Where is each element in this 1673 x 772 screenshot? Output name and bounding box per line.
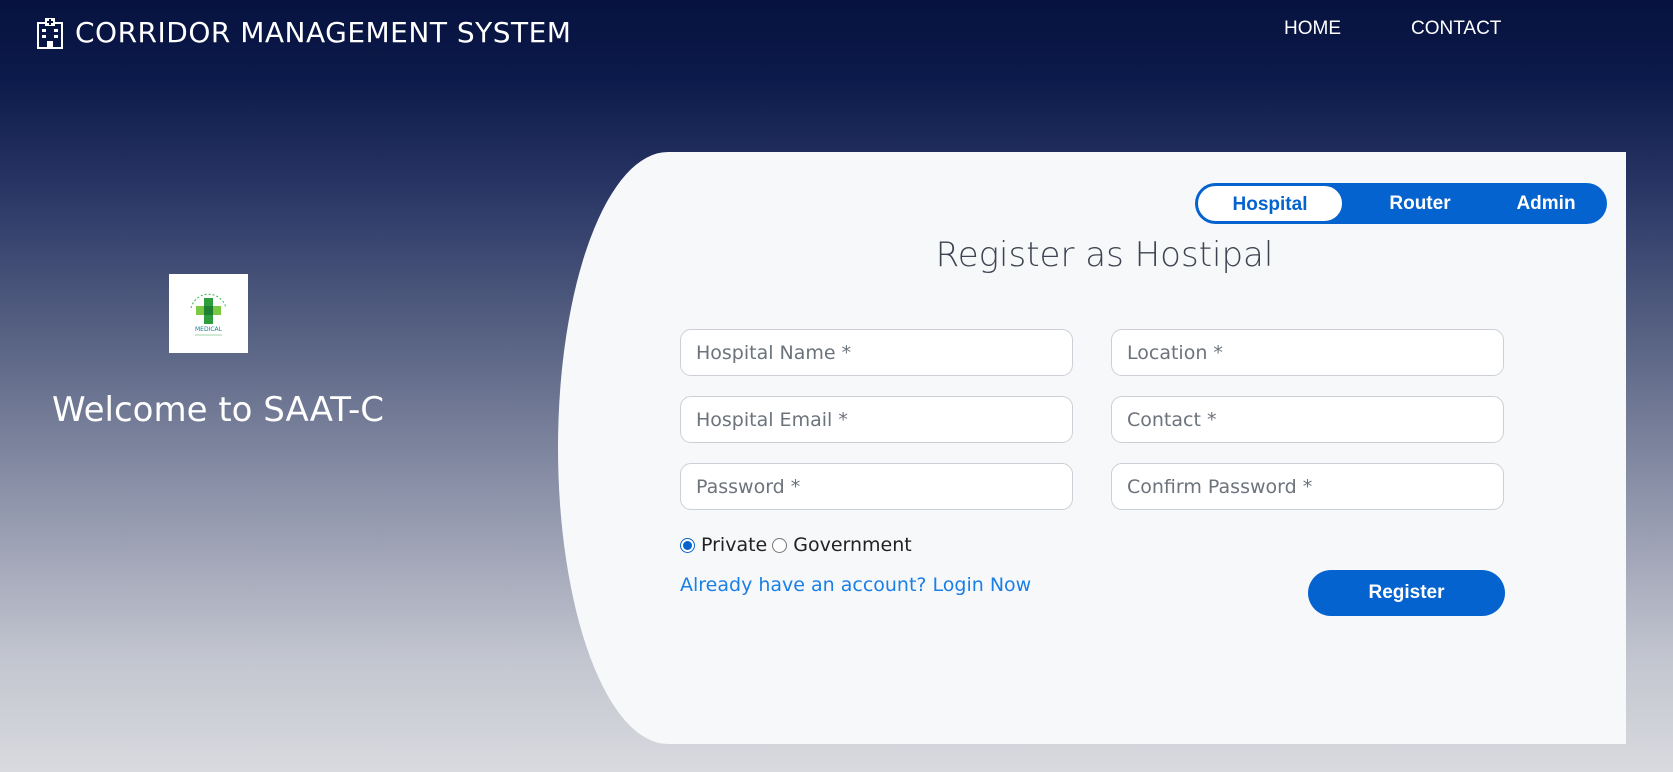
top-navbar: CORRIDOR MANAGEMENT SYSTEM HOME CONTACT [0,0,1673,70]
confirm-password-field[interactable] [1111,463,1504,510]
hospital-email-field[interactable] [680,396,1073,443]
password-field[interactable] [680,463,1073,510]
main-nav: HOME CONTACT [1284,18,1501,40]
register-card: Hospital Router Admin Register as Hostip… [558,152,1626,744]
login-link[interactable]: Already have an account? Login Now [680,574,1031,596]
welcome-heading: Welcome to SAAT-C [52,390,384,430]
private-radio-label[interactable]: Private [701,534,767,556]
form-title: Register as Hostipal [935,235,1274,275]
hospital-icon [37,17,63,49]
contact-field[interactable] [1111,396,1504,443]
register-button[interactable]: Register [1308,570,1505,616]
government-radio[interactable] [772,537,788,553]
private-radio[interactable] [680,537,695,553]
role-switcher: Hospital Router Admin [1195,183,1607,224]
location-field[interactable] [1111,329,1504,376]
brand[interactable]: CORRIDOR MANAGEMENT SYSTEM [37,16,571,49]
medical-cross-icon: MEDICAL [190,293,227,336]
app-title: CORRIDOR MANAGEMENT SYSTEM [75,16,572,49]
logo-text: MEDICAL [195,326,223,333]
nav-home-link[interactable]: HOME [1284,18,1341,40]
tab-router[interactable]: Router [1365,183,1475,224]
government-radio-label[interactable]: Government [793,534,912,556]
nav-contact-link[interactable]: CONTACT [1411,18,1501,40]
medical-logo: MEDICAL [169,274,248,353]
tab-hospital[interactable]: Hospital [1196,184,1344,223]
hospital-type-group: Private Government [680,534,917,556]
tab-admin[interactable]: Admin [1491,183,1601,224]
hospital-name-field[interactable] [680,329,1073,376]
